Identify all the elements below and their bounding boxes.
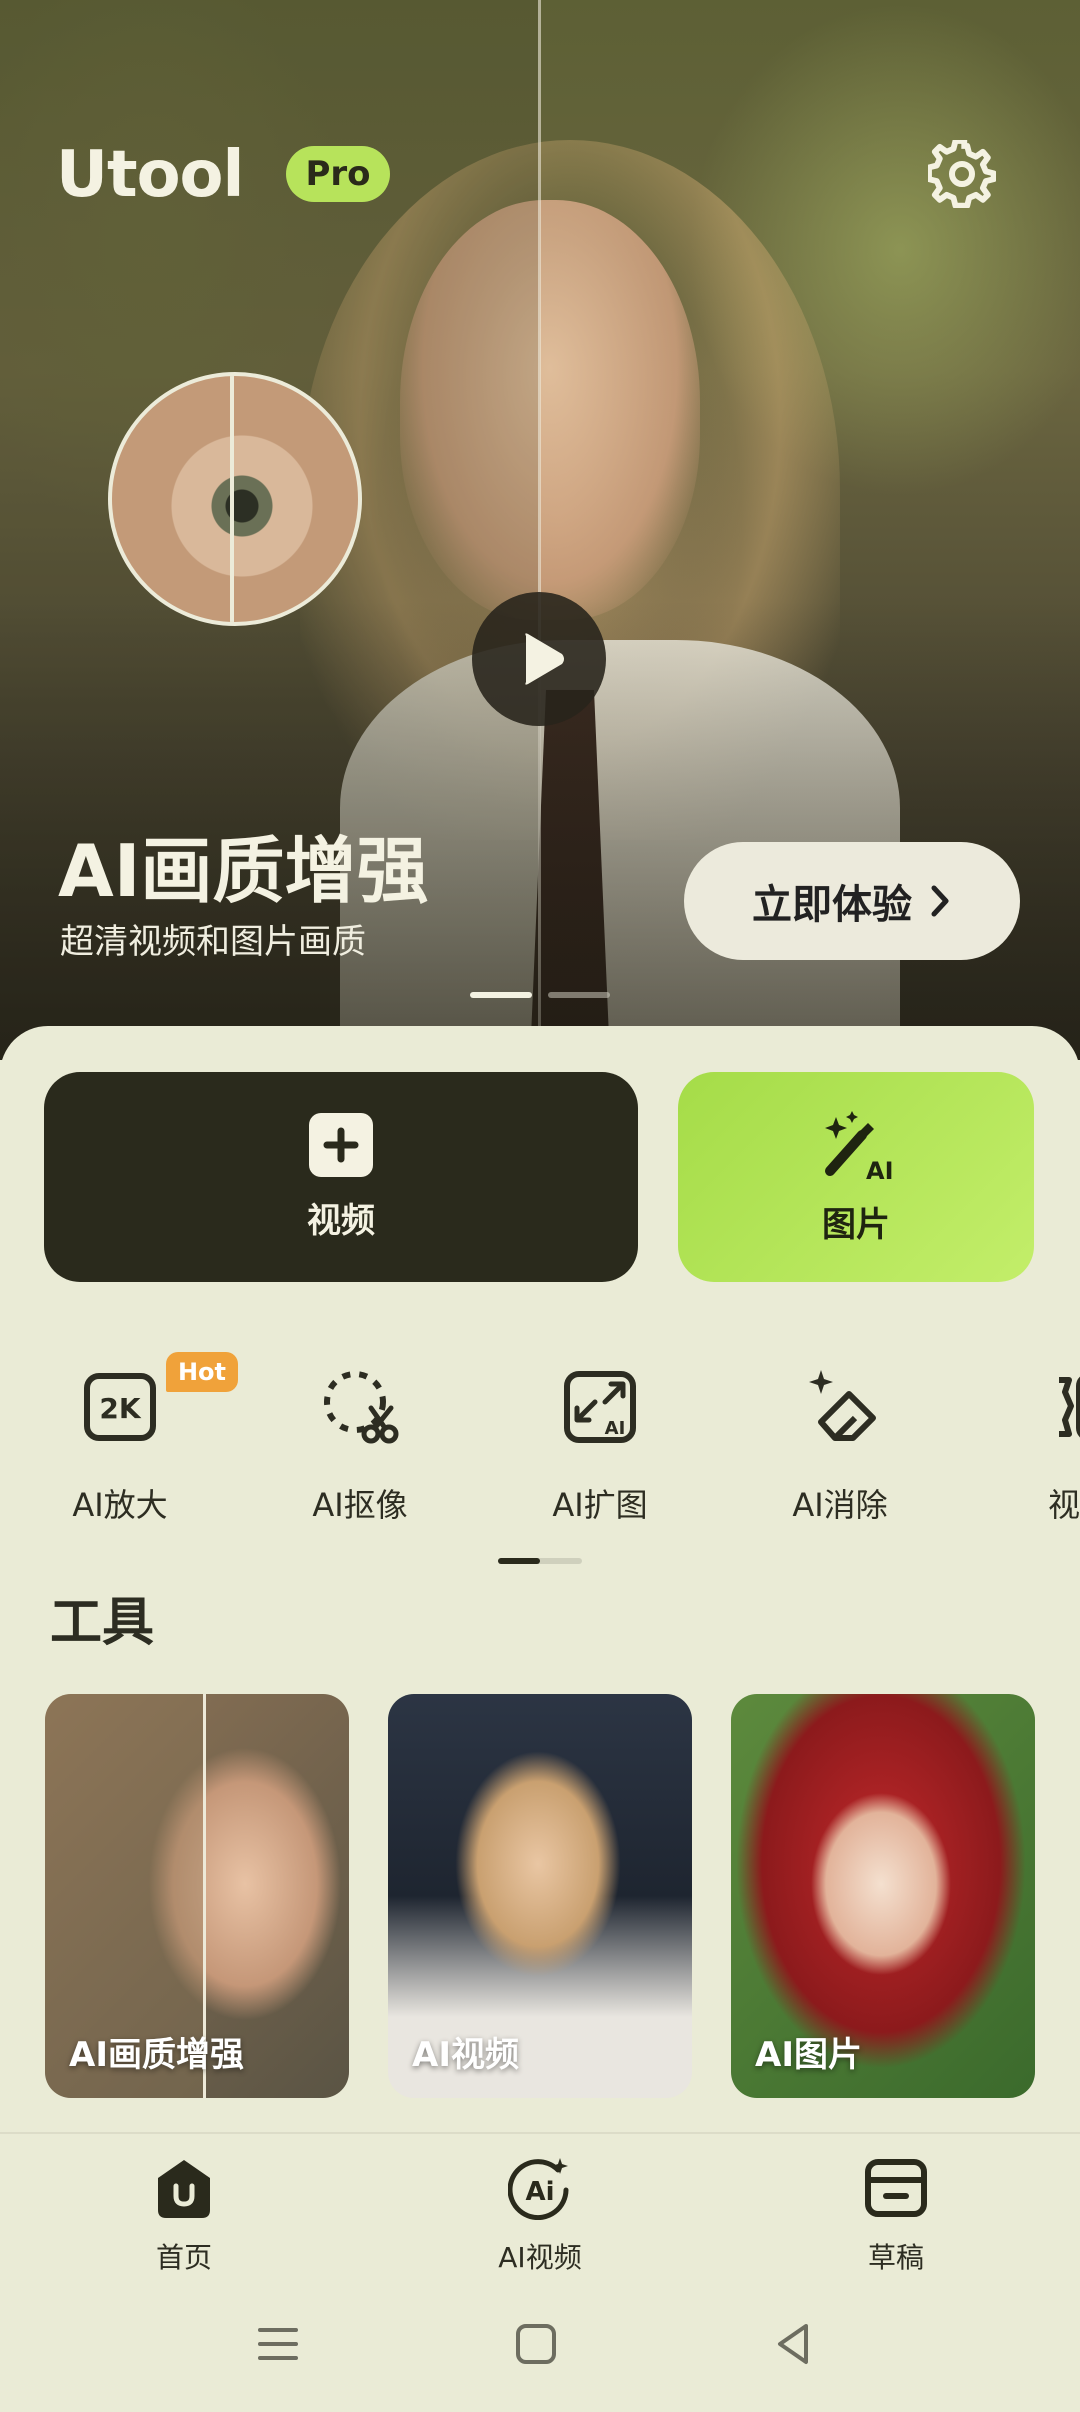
tool-label: AI扩图: [552, 1486, 648, 1524]
magic-wand-ai-text: AI: [866, 1157, 894, 1181]
try-now-label: 立即体验: [752, 882, 912, 928]
tool-card-ai-video[interactable]: AI视频: [388, 1694, 692, 2098]
system-nav-bar: [0, 2292, 1080, 2412]
carousel-dot[interactable]: [548, 992, 610, 998]
card-label: AI图片: [755, 2035, 862, 2075]
nav-drafts[interactable]: 草稿: [796, 2156, 996, 2276]
pro-badge[interactable]: Pro: [286, 146, 390, 202]
add-icon: [309, 1112, 373, 1177]
expand-ai-text: AI: [605, 1418, 626, 1439]
tool-label: AI放大: [72, 1486, 168, 1524]
nav-label: AI视频: [498, 2241, 582, 2274]
chevron-right-icon: [931, 885, 949, 917]
scroll-thumb: [498, 1558, 540, 1564]
tool-ai-cutout[interactable]: AI抠像: [270, 1346, 450, 1526]
nav-ai-video[interactable]: Ai AI视频: [440, 2156, 640, 2276]
expand-image-icon: AI: [564, 1371, 636, 1443]
tool-ai-expand[interactable]: AI AI扩图: [510, 1346, 690, 1526]
home-square-icon[interactable]: [506, 2314, 566, 2374]
card-label: AI视频: [412, 2035, 519, 2075]
play-icon[interactable]: [472, 592, 606, 726]
tool-video[interactable]: 视频: [990, 1346, 1080, 1526]
tools-section-title: 工具: [50, 1593, 155, 1653]
tool-label: AI消除: [792, 1486, 888, 1524]
nav-home[interactable]: 首页: [84, 2156, 284, 2276]
menu-lines-icon[interactable]: [248, 2314, 308, 2374]
video-tool-icon: [1059, 1376, 1080, 1438]
tool-card-enhance[interactable]: AI画质增强: [45, 1694, 349, 2098]
bottom-nav: 首页 Ai AI视频 草稿: [0, 2132, 1080, 2294]
nav-label: 草稿: [867, 2241, 924, 2274]
2k-upscale-icon: 2K: [84, 1373, 156, 1441]
hero-subtitle: 超清视频和图片画质: [60, 922, 366, 962]
tool-label: 视频: [1047, 1486, 1080, 1524]
app-logo: Utool: [56, 138, 244, 212]
eraser-icon: [809, 1370, 876, 1441]
new-video-button[interactable]: 视频: [44, 1072, 638, 1282]
eye-zoom-loupe: [108, 372, 362, 626]
hero-title: AI画质增强: [58, 829, 429, 913]
tool-ai-erase[interactable]: AI消除: [750, 1346, 930, 1526]
magic-wand-icon: AI: [825, 1110, 894, 1181]
upscale-2k-text: 2K: [99, 1392, 141, 1425]
loupe-divider: [230, 376, 234, 622]
ai-video-icon: Ai: [508, 2158, 569, 2220]
tools-scroll-indicator: [498, 1558, 582, 1564]
tool-label: AI抠像: [312, 1486, 408, 1524]
image-label: 图片: [822, 1204, 890, 1245]
quick-tools-row[interactable]: 2K AI放大 AI抠像 AI AI扩图 AI消除 视频: [0, 1346, 1080, 1526]
tool-card-ai-image[interactable]: AI图片: [731, 1694, 1035, 2098]
drafts-icon: [865, 2159, 927, 2217]
card-label: AI画质增强: [69, 2035, 244, 2075]
cutout-scissors-icon: [324, 1371, 399, 1444]
ai-image-button[interactable]: AI 图片: [678, 1072, 1034, 1282]
nav-label: 首页: [155, 2241, 212, 2274]
ai-video-icon-text: Ai: [525, 2177, 554, 2207]
back-triangle-icon[interactable]: [764, 2314, 824, 2374]
carousel-dot-active[interactable]: [470, 992, 532, 998]
video-label: 视频: [307, 1200, 375, 1241]
try-now-button[interactable]: 立即体验: [684, 842, 1020, 960]
home-icon: [158, 2160, 210, 2218]
settings-gear-icon[interactable]: [928, 140, 996, 208]
hot-badge: Hot: [166, 1352, 238, 1392]
